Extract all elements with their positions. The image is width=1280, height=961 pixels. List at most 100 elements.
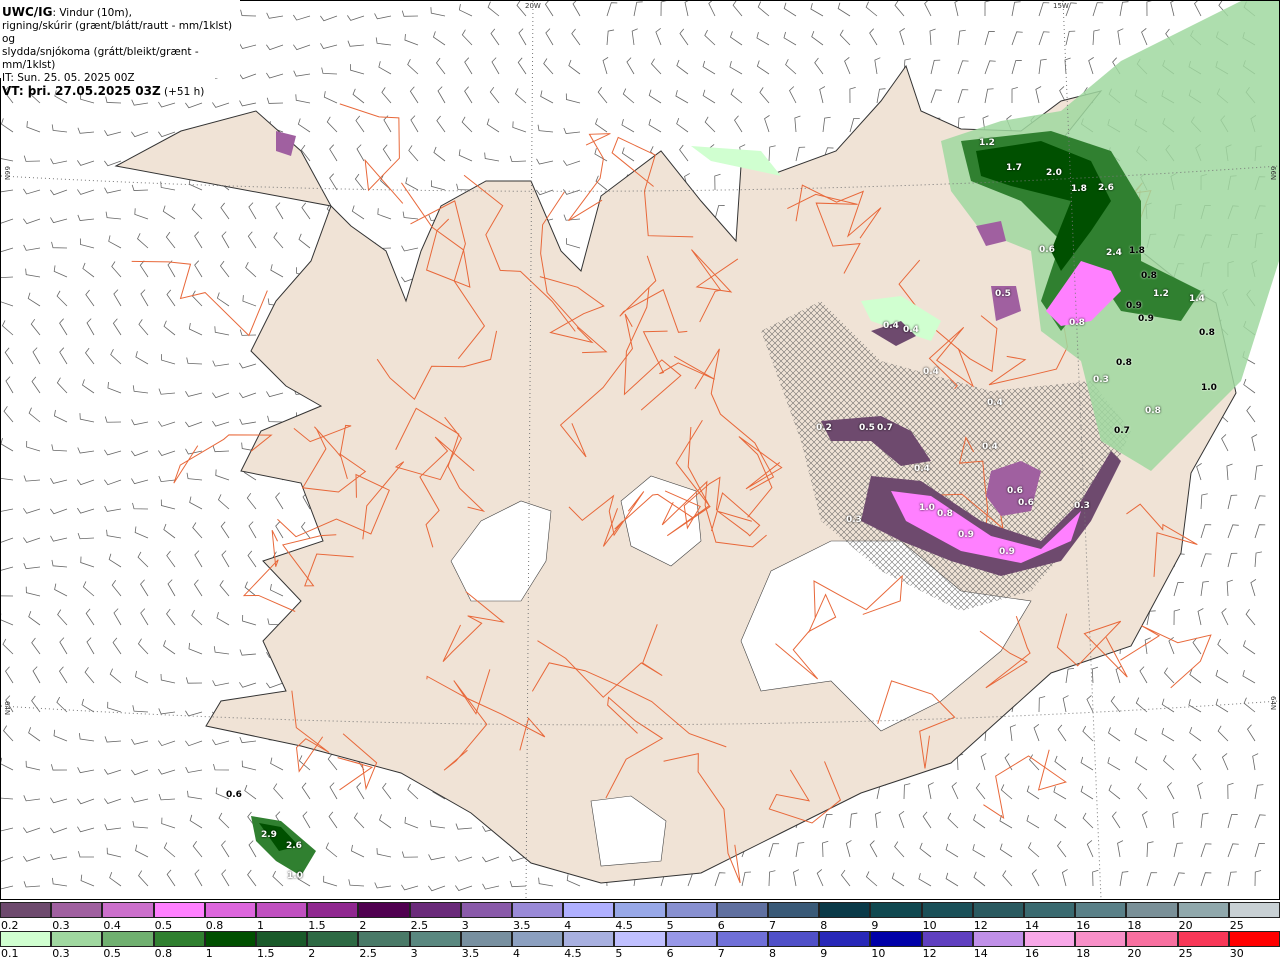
precip-value-label: 2.6	[1098, 183, 1114, 193]
wind-barb-icon	[869, 28, 878, 46]
wind-barb-icon	[158, 708, 176, 715]
wind-barb-icon	[1200, 493, 1208, 510]
wind-barb-icon	[458, 149, 473, 162]
legend-swatch	[153, 931, 205, 947]
wind-barb-icon	[165, 231, 176, 249]
wind-barb-icon	[1189, 727, 1202, 742]
wind-barb-icon	[212, 102, 230, 108]
precip-value-label: 0.9	[1126, 301, 1142, 311]
precip-value-label: 0.6	[1007, 486, 1023, 496]
wind-barb-icon	[107, 381, 122, 394]
wind-barb-icon	[31, 695, 41, 713]
wind-barb-icon	[679, 144, 689, 162]
wind-barb-icon	[300, 521, 311, 539]
wind-barb-icon	[1252, 753, 1259, 771]
wind-barb-icon	[325, 842, 338, 858]
wind-barb-icon	[401, 851, 419, 858]
wind-barb-icon	[512, 121, 527, 133]
wind-barb-icon	[82, 379, 95, 394]
wind-barb-icon	[489, 86, 500, 104]
wind-barb-icon	[1082, 812, 1094, 829]
wind-barb-icon	[163, 523, 176, 539]
wind-barb-icon	[328, 811, 338, 829]
wind-barb-icon	[23, 881, 41, 888]
wind-barb-icon	[655, 28, 662, 46]
wind-barb-icon	[595, 118, 608, 133]
wind-barb-icon	[1004, 753, 1013, 771]
wind-barb-icon	[192, 522, 203, 539]
wind-barb-icon	[53, 409, 68, 423]
legend-tick-label: 10	[871, 947, 886, 960]
wind-barb-icon	[321, 67, 338, 75]
wind-barb-icon	[945, 843, 959, 858]
wind-barb-icon	[158, 740, 176, 747]
wind-barb-icon	[78, 851, 95, 858]
wind-barb-icon	[59, 637, 68, 655]
wind-barb-icon	[945, 872, 959, 887]
title-line2: rigning/skúrir (grænt/blátt/rautt - mm/1…	[2, 20, 233, 45]
wind-barb-icon	[0, 856, 14, 863]
wind-barb-icon	[1243, 697, 1256, 713]
precip-value-label: 0.4	[914, 464, 930, 474]
wind-barb-icon	[266, 391, 284, 398]
wind-barb-icon	[1054, 814, 1067, 829]
legend-tick-label: 12	[922, 947, 937, 960]
wind-barb-icon	[158, 388, 176, 395]
snow-legend-bar	[0, 902, 1280, 918]
wind-barb-icon	[104, 736, 122, 743]
wind-barb-icon	[984, 31, 995, 46]
wind-barb-icon	[84, 667, 95, 684]
lat-label-66n: 66N	[3, 166, 11, 181]
wind-barb-icon	[131, 450, 149, 457]
wind-barb-icon	[869, 840, 878, 858]
wind-barb-icon	[186, 357, 203, 365]
wind-barb-icon	[1011, 31, 1023, 46]
legend-tick-label: 2	[308, 947, 316, 960]
wind-barb-icon	[56, 377, 68, 394]
wind-barb-icon	[320, 43, 338, 49]
wind-barb-icon	[729, 61, 743, 75]
wind-barb-icon	[563, 160, 581, 166]
wind-barb-icon	[1221, 753, 1229, 771]
wind-barb-icon	[431, 180, 446, 191]
wind-barb-icon	[240, 9, 257, 17]
wind-barb-icon	[1080, 785, 1094, 800]
legend-swatch	[819, 902, 871, 918]
wind-barb-icon	[1221, 608, 1229, 626]
wind-barb-icon	[191, 290, 203, 307]
wind-barb-icon	[131, 131, 149, 138]
wind-barb-icon	[186, 472, 203, 481]
wind-barb-icon	[1137, 783, 1148, 800]
wind-barb-icon	[1172, 811, 1179, 829]
wind-barb-icon	[215, 469, 230, 481]
wind-barb-icon	[28, 727, 41, 742]
wind-barb-icon	[132, 705, 149, 713]
wind-barb-icon	[50, 797, 68, 804]
wind-barb-icon	[134, 670, 149, 684]
wind-barb-icon	[894, 841, 905, 858]
wind-barb-icon	[132, 385, 149, 394]
wind-barb-icon	[109, 668, 122, 684]
lead-time: (+51 h)	[160, 86, 205, 98]
wind-barb-icon	[3, 725, 14, 742]
legend-swatch	[614, 902, 666, 918]
wind-barb-icon	[517, 57, 527, 75]
wind-barb-icon	[0, 566, 14, 572]
legend-tick-label: 3	[410, 947, 418, 960]
precip-value-label: 0.3	[846, 515, 862, 525]
wind-barb-icon	[375, 37, 392, 46]
wind-barb-icon	[810, 3, 824, 17]
wind-barb-icon	[1146, 872, 1158, 887]
wind-barb-icon	[401, 884, 419, 891]
wind-barb-icon	[374, 882, 392, 889]
wind-barb-icon	[1242, 670, 1256, 684]
wind-barb-icon	[972, 844, 986, 858]
wind-barb-icon	[975, 782, 986, 800]
legend-swatch	[409, 931, 461, 947]
wind-barb-icon	[1134, 728, 1148, 742]
wind-barb-icon	[269, 583, 284, 597]
wind-barb-icon	[189, 496, 203, 510]
wind-barb-icon	[486, 118, 500, 133]
wind-barb-icon	[106, 529, 122, 539]
lat-label-64n-right: 64N	[1269, 696, 1277, 711]
